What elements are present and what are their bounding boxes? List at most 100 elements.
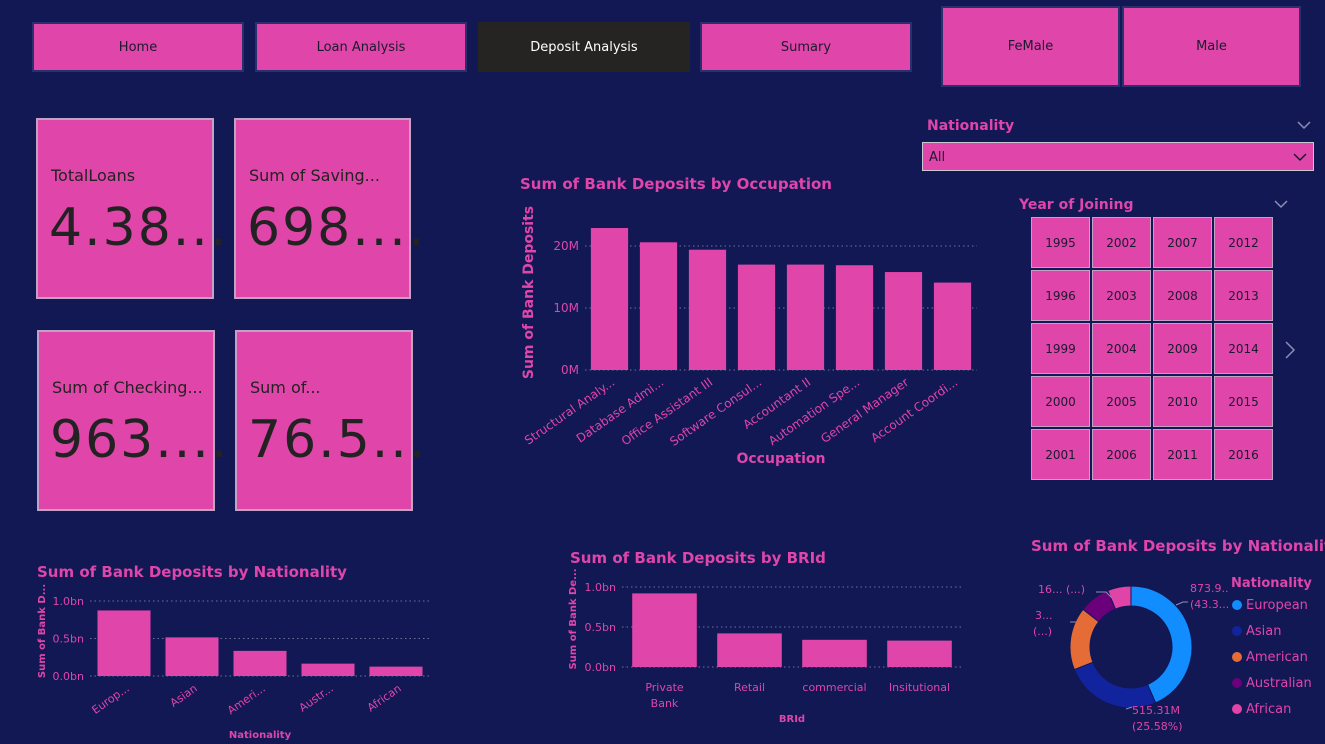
y-axis-title: Sum of Bank De... <box>568 568 579 669</box>
year-button-2013[interactable]: 2013 <box>1214 270 1273 321</box>
nationality-bar-chart-title: Sum of Bank Deposits by Nationality <box>37 563 347 581</box>
bar-general-manager <box>884 272 923 370</box>
x-category-label: Retail <box>734 681 765 694</box>
kpi-value: 76.5... <box>248 410 428 470</box>
home-button[interactable]: Home <box>32 22 244 72</box>
year-button-2007[interactable]: 2007 <box>1153 217 1212 268</box>
y-tick-label: 0.5bn <box>53 633 84 646</box>
year-button-2004[interactable]: 2004 <box>1092 323 1151 374</box>
nationality-donut-chart: 873.9... (43.3...) 515.31M (25.58%) 3... (...… <box>1033 582 1228 733</box>
year-button-2010[interactable]: 2010 <box>1153 376 1212 427</box>
year-button-1996[interactable]: 1996 <box>1031 270 1090 321</box>
female-button[interactable]: FeMale <box>941 6 1120 87</box>
year-button-2003[interactable]: 2003 <box>1092 270 1151 321</box>
legend-item-american[interactable]: American <box>1232 650 1308 665</box>
donut-legend-title: Nationality <box>1231 576 1312 591</box>
bar-private-bank <box>632 593 697 667</box>
summary-button[interactable]: Sumary <box>700 22 912 72</box>
x-category-label: African <box>365 682 404 715</box>
donut-data-label: 16... (...) <box>1038 583 1085 596</box>
legend-label: Australian <box>1246 676 1312 691</box>
donut-data-label: (...) <box>1033 625 1052 638</box>
donut-chart-title: Sum of Bank Deposits by Nationality <box>1031 537 1325 555</box>
donut-data-label: 515.31M <box>1132 704 1180 717</box>
y-tick-label: 0.0bn <box>53 670 84 683</box>
bar-software-consul- <box>737 264 776 370</box>
x-axis-title: Nationality <box>229 730 292 741</box>
bar-accountant-ii <box>786 264 825 370</box>
x-category-label: Europ... <box>90 682 132 717</box>
donut-slice-european <box>1130 585 1193 704</box>
legend-marker <box>1232 626 1242 636</box>
nationality-slicer-title: Nationality <box>927 118 1015 134</box>
kpi-label: Sum of Saving... <box>249 166 380 185</box>
brid-chart-title: Sum of Bank Deposits by BRId <box>570 549 826 567</box>
chevron-right-icon[interactable] <box>1284 340 1296 360</box>
year-button-2005[interactable]: 2005 <box>1092 376 1151 427</box>
x-category-label: Structural Analy... <box>522 375 617 448</box>
kpi-label: TotalLoans <box>51 166 136 185</box>
brid-bar-chart: 0.0bn 0.5bn 1.0bn Private Bank Retail commerci… <box>568 568 962 725</box>
legend-item-australian[interactable]: Australian <box>1232 676 1312 691</box>
loan-analysis-button[interactable]: Loan Analysis <box>255 22 467 72</box>
nationality-bar-chart: 0.0bn 0.5bn 1.0bn Europ... Asian Ameri... Aust… <box>37 584 430 741</box>
year-button-2008[interactable]: 2008 <box>1153 270 1212 321</box>
legend-marker <box>1232 678 1242 688</box>
y-tick-label: 20M <box>553 239 579 253</box>
male-button[interactable]: Male <box>1122 6 1301 87</box>
x-category-label: Insitutional <box>889 681 950 694</box>
bar-office-assistant-iii <box>688 249 727 370</box>
year-button-2011[interactable]: 2011 <box>1153 429 1212 480</box>
kpi-card-savings: Sum of Saving... 698.... <box>234 118 424 299</box>
year-button-2014[interactable]: 2014 <box>1214 323 1273 374</box>
leader-line <box>1175 601 1188 606</box>
deposit-analysis-button[interactable]: Deposit Analysis <box>478 22 690 72</box>
year-button-2001[interactable]: 2001 <box>1031 429 1090 480</box>
bar-europ- <box>97 610 151 676</box>
year-button-2012[interactable]: 2012 <box>1214 217 1273 268</box>
year-button-2009[interactable]: 2009 <box>1153 323 1212 374</box>
donut-data-label: 873.9... <box>1190 582 1228 595</box>
x-category-label: Automation Spe... <box>766 375 862 448</box>
chevron-down-icon[interactable] <box>1297 120 1311 130</box>
chevron-down-icon[interactable] <box>1274 199 1288 209</box>
nationality-dropdown[interactable]: All <box>922 142 1314 171</box>
bar-insitutional <box>887 640 952 667</box>
donut-data-label: 3... <box>1035 609 1053 622</box>
chevron-down-icon <box>1293 153 1307 162</box>
year-button-2016[interactable]: 2016 <box>1214 429 1273 480</box>
year-button-2000[interactable]: 2000 <box>1031 376 1090 427</box>
year-button-1999[interactable]: 1999 <box>1031 323 1090 374</box>
kpi-card-other: Sum of... 76.5... <box>235 330 425 511</box>
kpi-value: 4.38... <box>49 198 229 258</box>
y-tick-label: 0M <box>561 363 579 377</box>
x-axis-title: BRId <box>779 714 805 725</box>
donut-data-label: (25.58%) <box>1132 720 1183 733</box>
legend-label: American <box>1246 650 1308 665</box>
legend-label: African <box>1246 702 1292 717</box>
legend-marker <box>1232 652 1242 662</box>
occupation-bar-chart: 0M10M20MStructural Analy...Database Admi… <box>521 206 977 467</box>
bar-austr- <box>301 663 355 676</box>
kpi-card-checking: Sum of Checking... 963.... <box>37 330 227 511</box>
year-button-2002[interactable]: 2002 <box>1092 217 1151 268</box>
x-category-label: Austr... <box>297 682 336 715</box>
kpi-value: 963.... <box>50 410 230 470</box>
kpi-label: Sum of... <box>250 378 321 397</box>
y-tick-label: 10M <box>553 301 579 315</box>
kpi-card-total-loans: TotalLoans 4.38... <box>36 118 226 299</box>
donut-data-label: (43.3...) <box>1190 598 1228 611</box>
year-button-1995[interactable]: 1995 <box>1031 217 1090 268</box>
x-category-label: commercial <box>802 681 866 694</box>
year-button-2006[interactable]: 2006 <box>1092 429 1151 480</box>
legend-item-asian[interactable]: Asian <box>1232 624 1281 639</box>
x-category-label: General Manager <box>818 375 911 446</box>
year-button-2015[interactable]: 2015 <box>1214 376 1273 427</box>
legend-item-european[interactable]: European <box>1232 598 1308 613</box>
x-category-label: Software Consul... <box>667 375 764 449</box>
legend-item-african[interactable]: African <box>1232 702 1291 717</box>
bar-automation-spe- <box>835 265 874 370</box>
x-category-label: Account Coordi... <box>868 375 960 445</box>
bar-ameri- <box>233 650 287 676</box>
x-category-label: Private Bank <box>645 681 684 710</box>
